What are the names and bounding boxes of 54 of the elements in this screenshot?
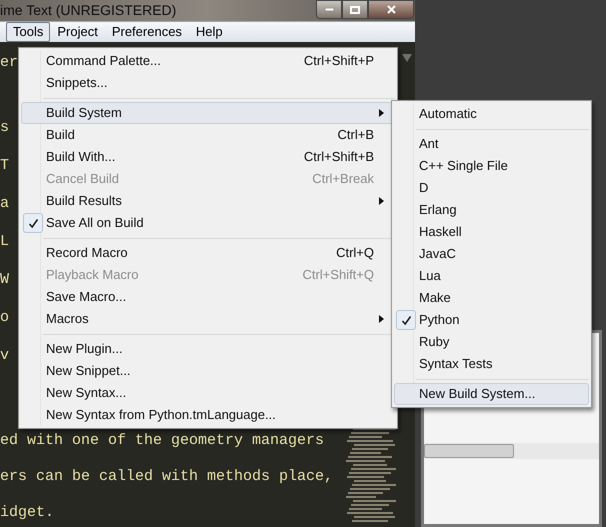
check-icon: [23, 213, 43, 233]
menu-item[interactable]: Command Palette... Ctrl+Shift+P: [21, 50, 395, 72]
code-line: L: [0, 232, 10, 252]
menu-item[interactable]: Record Macro Ctrl+Q: [21, 242, 395, 264]
code-line: ed with one of the geometry managers: [0, 430, 324, 451]
code-line: a: [0, 194, 10, 214]
menu-item[interactable]: C++ Single File: [394, 155, 589, 177]
menu-bar-item[interactable]: Project: [50, 22, 105, 42]
check-icon: [396, 310, 416, 330]
code-line: idget.: [0, 502, 54, 523]
menu-item[interactable]: New Syntax from Python.tmLanguage...: [21, 404, 395, 426]
menu-item[interactable]: Make: [394, 287, 589, 309]
menu-item[interactable]: Erlang: [394, 199, 589, 221]
code-line: v: [0, 346, 10, 366]
menu-item[interactable]: Ruby: [394, 331, 589, 353]
menu-item[interactable]: New Build System...: [394, 383, 589, 405]
menu-item[interactable]: New Plugin...: [21, 338, 395, 360]
menu-item[interactable]: Lua: [394, 265, 589, 287]
maximize-icon: [350, 6, 360, 14]
maximize-button[interactable]: [342, 0, 368, 19]
menu-item[interactable]: Ant: [394, 133, 589, 155]
menu-item[interactable]: Snippets...: [21, 72, 395, 94]
code-line: o: [0, 308, 10, 328]
menu-item[interactable]: Python: [394, 309, 589, 331]
menu-bar-item[interactable]: Preferences: [104, 22, 189, 42]
menu-item[interactable]: Build Results: [21, 190, 395, 212]
menu-item[interactable]: D: [394, 177, 589, 199]
code-line: s: [0, 118, 10, 138]
menu-bar-item[interactable]: Help: [188, 22, 230, 42]
menu-item[interactable]: Save Macro...: [21, 286, 395, 308]
code-line: W: [0, 270, 10, 290]
menu-item[interactable]: Save All on Build: [21, 212, 395, 234]
submenu-arrow-icon: [379, 197, 384, 205]
menu-item[interactable]: Build Ctrl+B: [21, 124, 395, 146]
minimize-button[interactable]: [316, 0, 342, 19]
menu-bar-item[interactable]: Tools: [6, 22, 50, 42]
code-line: er: [0, 52, 18, 73]
menu-item[interactable]: Syntax Tests: [394, 353, 589, 375]
submenu-arrow-icon: [379, 109, 384, 117]
menu-item[interactable]: Automatic: [394, 103, 589, 125]
menu-item[interactable]: Macros: [21, 308, 395, 330]
code-line: ers can be called with methods place,: [0, 466, 334, 487]
menu-item[interactable]: New Syntax...: [21, 382, 395, 404]
menu-item[interactable]: JavaC: [394, 243, 589, 265]
window-title: ime Text (UNREGISTERED): [0, 1, 176, 20]
code-line: T: [0, 156, 10, 176]
scroll-down-icon: [402, 54, 412, 62]
close-button[interactable]: [368, 0, 414, 19]
minimize-icon: [324, 8, 334, 11]
menu-item[interactable]: New Snippet...: [21, 360, 395, 382]
submenu-arrow-icon: [379, 315, 384, 323]
menu-item[interactable]: Build With... Ctrl+Shift+B: [21, 146, 395, 168]
menu-item[interactable]: Haskell: [394, 221, 589, 243]
close-icon: [386, 5, 396, 14]
